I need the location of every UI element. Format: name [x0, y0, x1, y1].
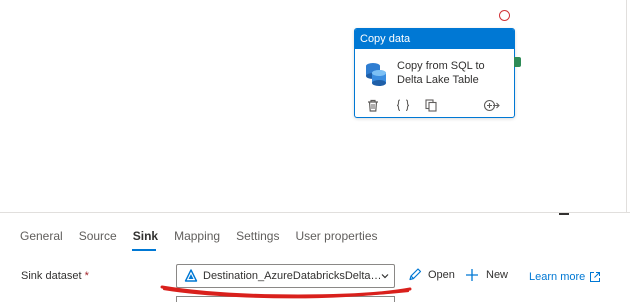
learn-more-label: Learn more [529, 271, 586, 283]
new-dataset-button[interactable]: New [465, 268, 508, 282]
activity-type-label: Copy data [355, 29, 514, 49]
panel-resize-grip[interactable] [559, 213, 569, 215]
tab-sink[interactable]: Sink [133, 228, 158, 248]
learn-more-link[interactable]: Learn more [529, 271, 601, 283]
sink-dataset-label-text: Sink dataset [21, 270, 82, 282]
tab-mapping[interactable]: Mapping [174, 228, 220, 248]
sink-dataset-value: Destination_AzureDatabricksDeltaLakeData… [203, 270, 383, 282]
tab-source[interactable]: Source [79, 228, 117, 248]
tab-sink-indicator [132, 249, 156, 251]
database-copy-icon [366, 63, 386, 86]
canvas-scroll-edge [626, 0, 627, 212]
activity-toolbar [355, 97, 514, 113]
tab-general[interactable]: General [20, 228, 63, 248]
plus-icon [466, 269, 478, 281]
tab-user-properties[interactable]: User properties [295, 228, 377, 248]
sink-dataset-label: Sink dataset * [21, 270, 89, 282]
new-label: New [486, 269, 509, 281]
chevron-down-icon [381, 274, 389, 279]
azure-databricks-icon [184, 269, 198, 282]
code-braces-icon[interactable] [395, 97, 411, 113]
required-mark: * [84, 270, 89, 282]
sink-dataset-select[interactable]: Destination_AzureDatabricksDeltaLakeData… [176, 264, 395, 288]
next-field-edge [176, 296, 395, 302]
annotation-circle [499, 10, 510, 21]
properties-tabs: General Source Sink Mapping Settings Use… [20, 228, 394, 248]
pencil-icon [409, 268, 422, 281]
open-dataset-button[interactable]: Open [407, 268, 455, 282]
success-output-handle[interactable] [514, 57, 521, 67]
open-label: Open [428, 269, 455, 281]
copy-icon[interactable] [424, 97, 438, 113]
activity-name: Copy from SQL to Delta Lake Table [397, 60, 485, 86]
tab-settings[interactable]: Settings [236, 228, 279, 248]
pipeline-canvas[interactable]: Copy data Copy from SQL to Delta Lake Ta… [0, 0, 630, 212]
trash-icon[interactable] [366, 97, 380, 113]
arrow-circle-icon[interactable] [482, 97, 500, 113]
copy-data-activity[interactable]: Copy data Copy from SQL to Delta Lake Ta… [354, 28, 515, 118]
panel-divider [0, 212, 630, 213]
external-link-icon [590, 272, 601, 282]
